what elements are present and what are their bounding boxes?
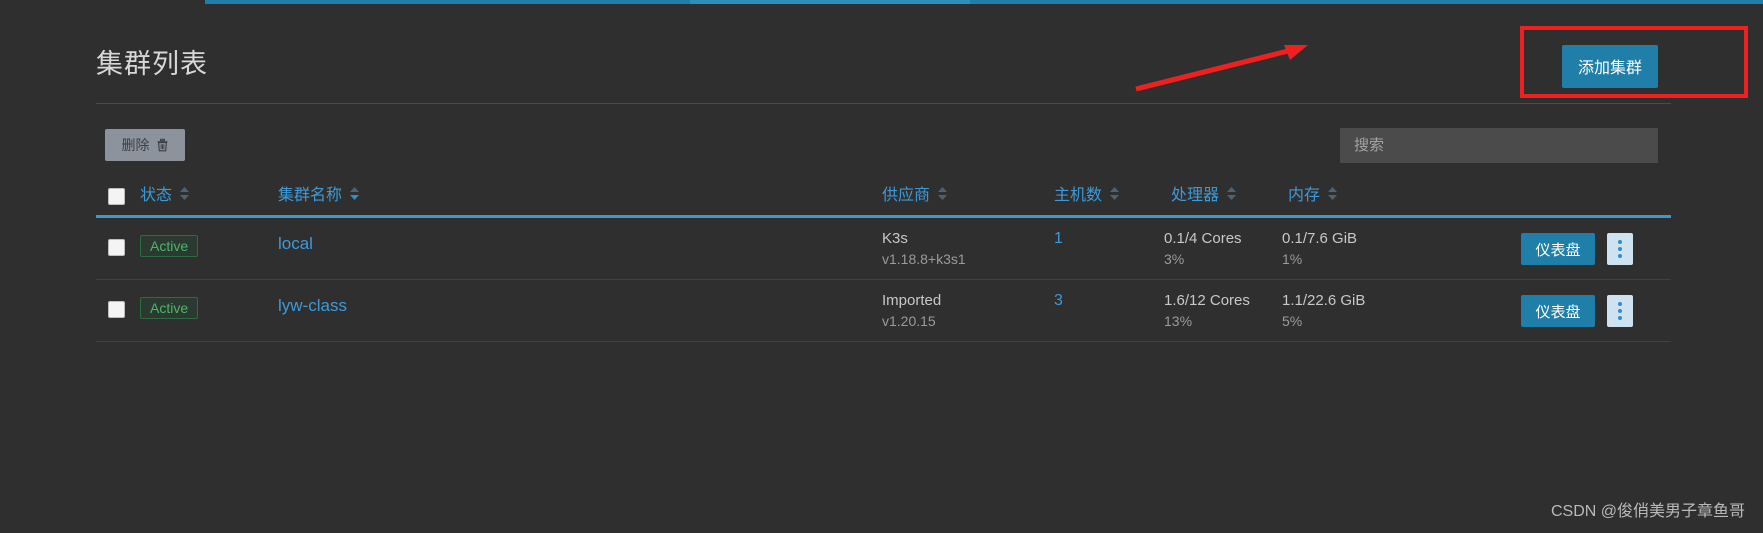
column-header-memory[interactable]: 内存 [1288, 181, 1338, 205]
cluster-name-link[interactable]: lyw-class [278, 296, 347, 315]
column-header-memory-label: 内存 [1288, 187, 1321, 204]
hosts-cell: 1 [1054, 230, 1063, 248]
sort-icon[interactable] [937, 186, 948, 201]
cluster-list-page: 集群列表 添加集群 删除 状态 [0, 0, 1763, 533]
provider-name: Imported [882, 292, 942, 309]
column-header-cpu-label: 处理器 [1171, 187, 1220, 204]
annotation-arrow-icon [1135, 45, 1308, 92]
column-header-hosts[interactable]: 主机数 [1054, 181, 1120, 205]
status-badge: Active [140, 297, 199, 319]
cluster-table: 状态 集群名称 供应商 主机数 处理器 内存 Active local K3s … [96, 178, 1671, 342]
kebab-dot [1618, 247, 1622, 251]
cpu-cell: 1.6/12 Cores 13% [1164, 292, 1250, 329]
sort-icon[interactable] [349, 186, 360, 201]
memory-value: 1.1/22.6 GiB [1282, 292, 1366, 309]
dashboard-button[interactable]: 仪表盘 [1521, 233, 1595, 265]
provider-version: v1.18.8+k3s1 [882, 251, 966, 267]
cpu-value: 1.6/12 Cores [1164, 292, 1250, 309]
table-row: Active local K3s v1.18.8+k3s1 1 0.1/4 Co… [96, 218, 1671, 280]
column-header-status-label: 状态 [140, 187, 173, 204]
delete-button[interactable]: 删除 [105, 129, 185, 161]
hosts-cell: 3 [1054, 292, 1063, 310]
kebab-dot [1618, 302, 1622, 306]
hosts-count-link[interactable]: 1 [1054, 230, 1063, 247]
memory-cell: 1.1/22.6 GiB 5% [1282, 292, 1365, 329]
delete-button-label: 删除 [121, 137, 150, 153]
table-header-row: 状态 集群名称 供应商 主机数 处理器 内存 [96, 178, 1671, 218]
memory-value: 0.1/7.6 GiB [1282, 230, 1358, 247]
column-header-provider[interactable]: 供应商 [882, 181, 948, 205]
watermark: CSDN @俊俏美男子章鱼哥 [1550, 503, 1745, 520]
status-badge: Active [140, 235, 199, 257]
cpu-value: 0.1/4 Cores [1164, 230, 1242, 247]
search-input[interactable] [1340, 128, 1658, 163]
memory-percent: 5% [1282, 313, 1303, 329]
provider-cell: Imported v1.20.15 [882, 292, 941, 329]
header-divider [96, 103, 1671, 104]
add-cluster-button[interactable]: 添加集群 [1562, 45, 1659, 88]
column-header-hosts-label: 主机数 [1054, 187, 1103, 204]
kebab-dot [1618, 309, 1622, 313]
trash-icon [156, 138, 169, 152]
column-header-cluster-name[interactable]: 集群名称 [278, 181, 360, 205]
kebab-dot [1618, 254, 1622, 258]
kebab-dot [1618, 240, 1622, 244]
sort-icon[interactable] [1327, 186, 1338, 201]
cpu-percent: 13% [1164, 313, 1193, 329]
row-actions-menu-button[interactable] [1607, 295, 1633, 327]
column-header-status[interactable]: 状态 [140, 181, 190, 205]
hosts-count-link[interactable]: 3 [1054, 292, 1063, 309]
dashboard-button[interactable]: 仪表盘 [1521, 295, 1595, 327]
row-select-checkbox[interactable] [108, 301, 125, 318]
top-accent-rule-highlight [690, 0, 970, 4]
kebab-dot [1618, 316, 1622, 320]
cluster-name-cell: lyw-class [278, 296, 347, 316]
sort-icon[interactable] [1226, 186, 1237, 201]
cluster-name-cell: local [278, 234, 313, 254]
provider-cell: K3s v1.18.8+k3s1 [882, 230, 966, 267]
status-badge-label: Active [140, 235, 199, 257]
sort-icon[interactable] [1109, 186, 1120, 201]
memory-percent: 1% [1282, 251, 1303, 267]
provider-name: K3s [882, 230, 908, 247]
memory-cell: 0.1/7.6 GiB 1% [1282, 230, 1357, 267]
row-actions-menu-button[interactable] [1607, 233, 1633, 265]
top-accent-rule [205, 0, 1763, 4]
cpu-cell: 0.1/4 Cores 3% [1164, 230, 1242, 267]
page-title: 集群列表 [96, 49, 208, 79]
select-all-checkbox[interactable] [108, 188, 125, 205]
table-row: Active lyw-class Imported v1.20.15 3 1.6… [96, 280, 1671, 342]
column-header-provider-label: 供应商 [882, 187, 931, 204]
cluster-name-link[interactable]: local [278, 234, 313, 253]
provider-version: v1.20.15 [882, 313, 936, 329]
column-header-cpu[interactable]: 处理器 [1171, 181, 1237, 205]
column-header-cluster-name-label: 集群名称 [278, 187, 343, 204]
row-select-checkbox[interactable] [108, 239, 125, 256]
cpu-percent: 3% [1164, 251, 1185, 267]
status-badge-label: Active [140, 297, 199, 319]
sort-icon[interactable] [179, 186, 190, 201]
